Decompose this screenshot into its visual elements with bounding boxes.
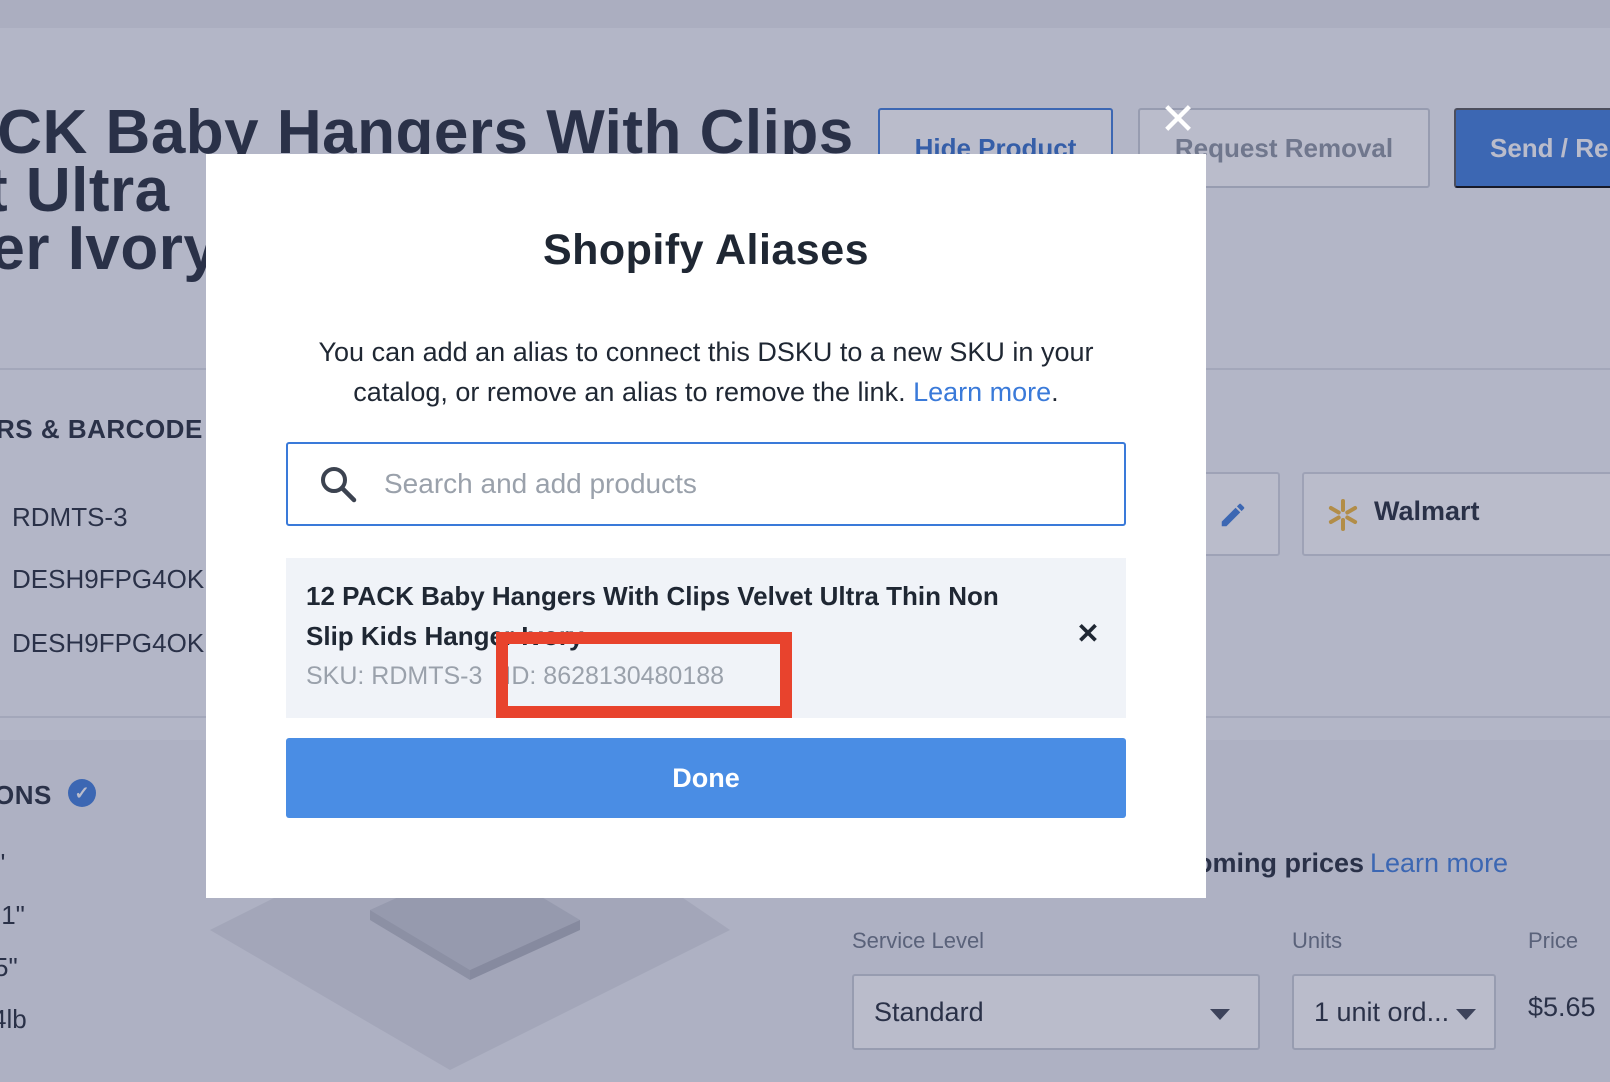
alias-sku: SKU: RDMTS-3 <box>306 662 483 690</box>
close-icon[interactable]: ✕ <box>1158 98 1198 142</box>
search-icon <box>321 467 357 503</box>
shopify-aliases-modal: Shopify Aliases You can add an alias to … <box>206 154 1206 898</box>
alias-list-item: 12 PACK Baby Hangers With Clips Velvet U… <box>286 558 1126 718</box>
learn-more-link[interactable]: Learn more <box>913 377 1051 407</box>
modal-description: You can add an alias to connect this DSK… <box>286 332 1126 412</box>
description-period: . <box>1051 377 1059 407</box>
modal-title: Shopify Aliases <box>542 226 870 274</box>
search-box[interactable] <box>286 442 1126 526</box>
remove-alias-icon[interactable]: ✕ <box>1072 618 1104 650</box>
id-highlight-box <box>496 632 792 718</box>
done-button[interactable]: Done <box>286 738 1126 818</box>
search-input[interactable] <box>384 462 1084 506</box>
